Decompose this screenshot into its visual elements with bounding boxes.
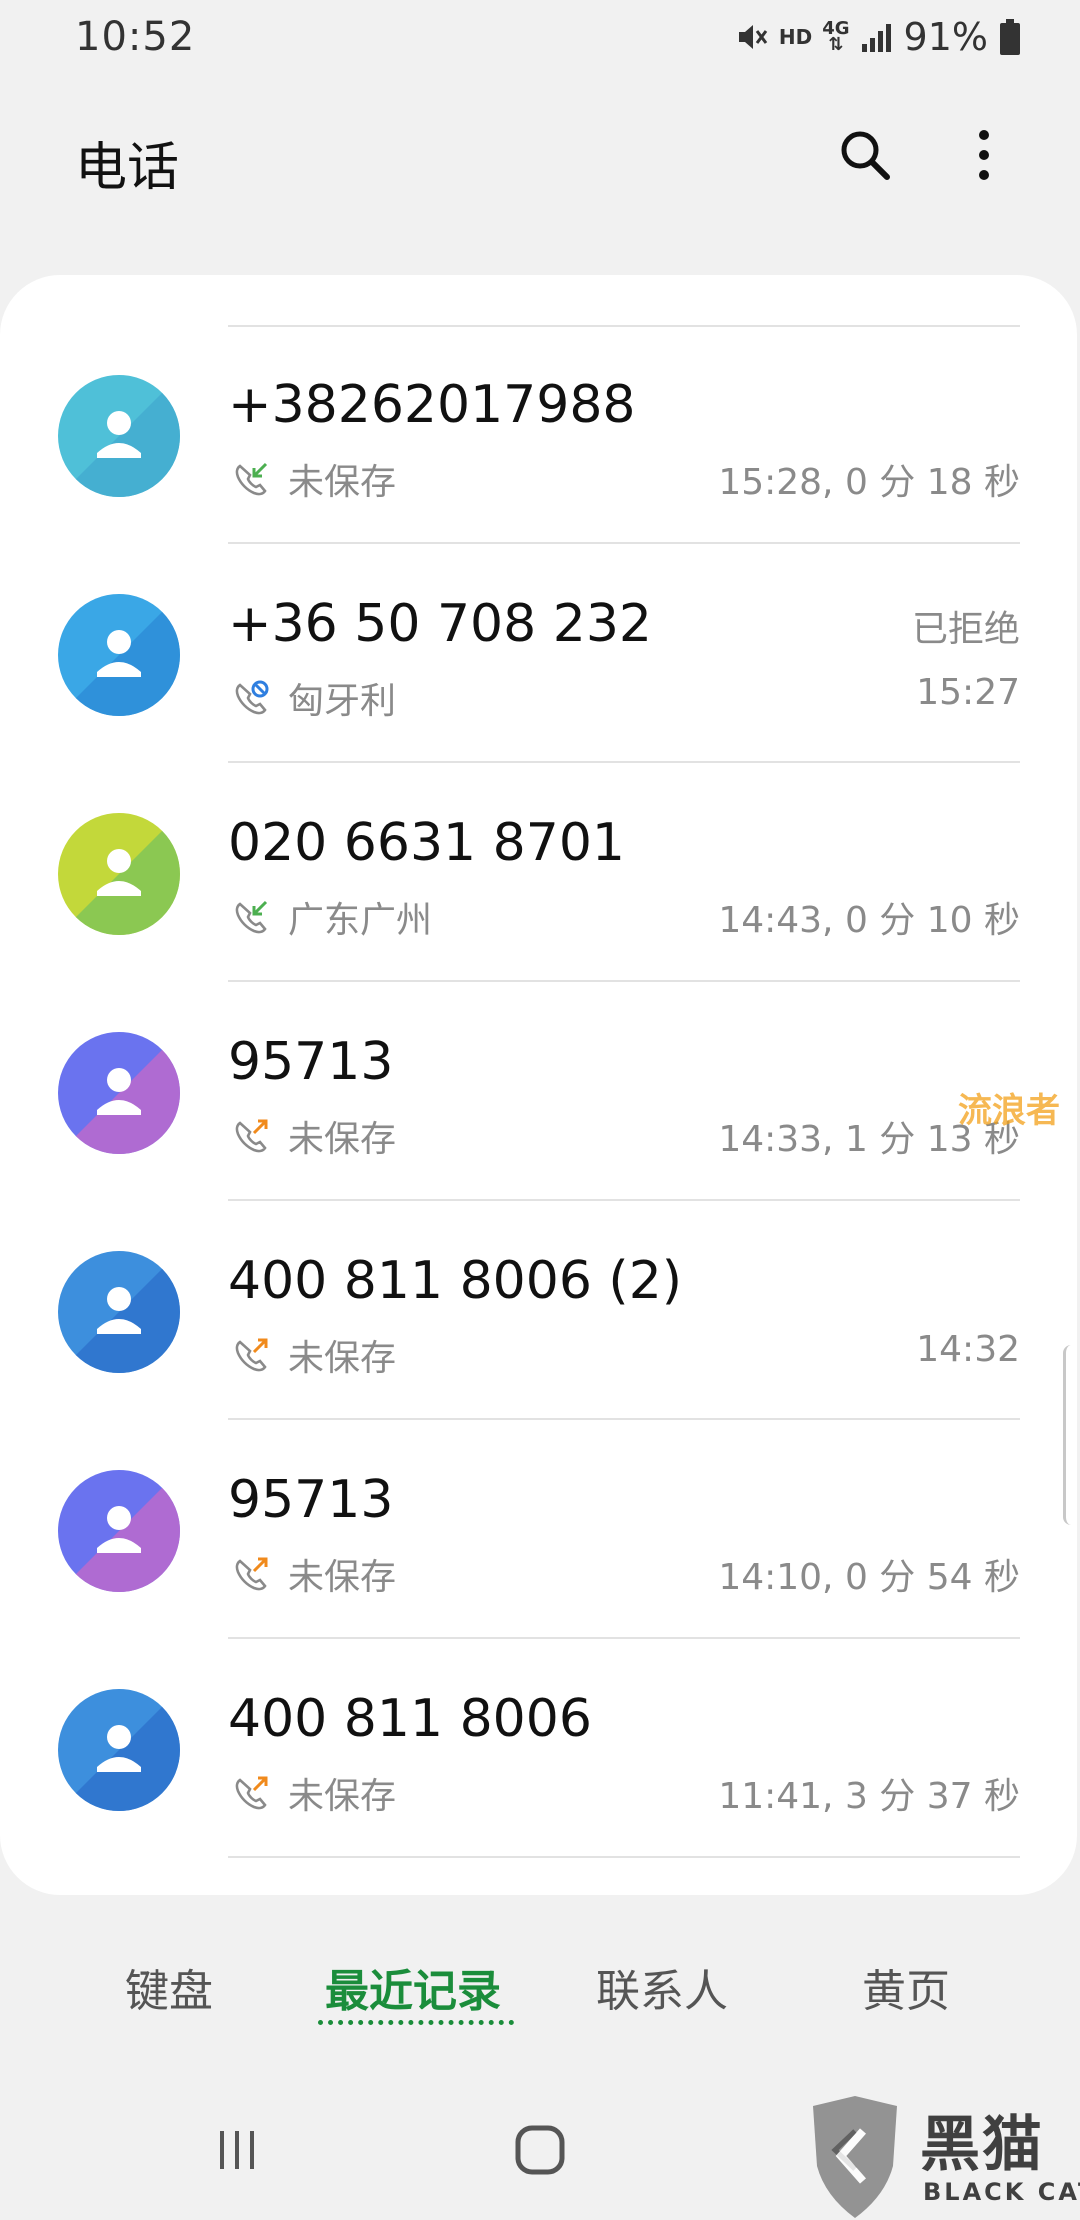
call-number: 95713 xyxy=(228,1470,394,1530)
outgoing-call-icon xyxy=(232,1774,270,1812)
tab-yellow-pages[interactable]: 黄页 xyxy=(862,1955,950,2019)
battery-icon xyxy=(998,18,1022,56)
contact-avatar[interactable] xyxy=(58,1689,180,1811)
call-sub-info: 未保存 xyxy=(232,1329,396,1381)
call-number: +36 50 708 232 xyxy=(228,594,652,654)
call-label: 未保存 xyxy=(288,462,397,503)
recent-apps-button[interactable] xyxy=(192,2115,282,2185)
call-label: 匈牙利 xyxy=(288,681,397,722)
call-log-card: +38262017988 未保存 15:28, 0 分 18 秒 +36 50 708… xyxy=(0,275,1077,1895)
person-icon xyxy=(58,1032,180,1154)
hd-indicator: HD xyxy=(778,25,813,49)
mute-icon xyxy=(735,20,769,54)
call-label: 未保存 xyxy=(288,1119,397,1160)
call-sub-info: 未保存 xyxy=(232,1110,396,1162)
call-time-duration: 14:43, 0 分 10 秒 xyxy=(718,900,1020,941)
more-vert-icon xyxy=(979,130,989,180)
person-icon xyxy=(58,594,180,716)
call-number: +38262017988 xyxy=(228,375,636,435)
incoming-call-icon xyxy=(232,898,270,936)
call-log-row[interactable]: 020 6631 8701 广东广州 14:43, 0 分 10 秒 xyxy=(0,763,1077,982)
home-button[interactable] xyxy=(495,2115,585,2185)
call-number: 400 811 8006 (2) xyxy=(228,1251,683,1311)
watermark-text: 流浪者 xyxy=(958,1091,1060,1131)
call-sub-info: 广东广州 xyxy=(232,891,432,943)
contact-avatar[interactable] xyxy=(58,1032,180,1154)
call-sub-info: 未保存 xyxy=(232,1548,396,1600)
status-time: 10:52 xyxy=(75,14,196,60)
call-number: 95713 xyxy=(228,1032,394,1092)
call-log-row[interactable]: 400 811 8006 (2) 未保存 14:32 xyxy=(0,1201,1077,1420)
call-label: 未保存 xyxy=(288,1338,397,1379)
call-time-duration: 14:32 xyxy=(916,1329,1020,1370)
outgoing-call-icon xyxy=(232,1555,270,1593)
call-status: 已拒绝 xyxy=(911,609,1020,650)
more-options-button[interactable] xyxy=(944,115,1024,195)
call-log-row[interactable]: 400 811 8006 未保存 11:41, 3 分 37 秒 xyxy=(0,1639,1077,1858)
call-time-duration: 15:28, 0 分 18 秒 xyxy=(718,462,1020,503)
outgoing-call-icon xyxy=(232,1336,270,1374)
tab-recents[interactable]: 最近记录 xyxy=(325,1955,501,2019)
blackcat-watermark: 黑猫 BLACK CAT xyxy=(805,2096,1080,2220)
call-time-duration: 14:10, 0 分 54 秒 xyxy=(718,1557,1020,1598)
scrollbar[interactable] xyxy=(1063,1345,1080,1525)
contact-avatar[interactable] xyxy=(58,375,180,497)
call-log-list: +38262017988 未保存 15:28, 0 分 18 秒 +36 50 708… xyxy=(0,325,1077,1858)
call-sub-info: 匈牙利 xyxy=(232,672,396,724)
tab-contacts[interactable]: 联系人 xyxy=(596,1955,728,2019)
contact-avatar[interactable] xyxy=(58,1251,180,1373)
outgoing-call-icon xyxy=(232,1117,270,1155)
bottom-tabs: 键盘 最近记录 联系人 黄页 xyxy=(0,1925,1080,2045)
divider xyxy=(228,1856,1020,1858)
call-log-row[interactable]: 95713 未保存 14:33, 1 分 13 秒 xyxy=(0,982,1077,1201)
call-time-duration: 11:41, 3 分 37 秒 xyxy=(718,1776,1020,1817)
call-log-row[interactable]: 95713 未保存 14:10, 0 分 54 秒 xyxy=(0,1420,1077,1639)
call-log-row[interactable]: +38262017988 未保存 15:28, 0 分 18 秒 xyxy=(0,325,1077,544)
tab-keypad[interactable]: 键盘 xyxy=(125,1955,213,2019)
person-icon xyxy=(58,1689,180,1811)
rejected-call-icon xyxy=(232,679,270,717)
search-icon xyxy=(841,131,890,180)
call-sub-info: 未保存 xyxy=(232,1767,396,1819)
call-time-duration: 15:27 xyxy=(916,672,1020,713)
call-number: 020 6631 8701 xyxy=(228,813,625,873)
person-icon xyxy=(58,1470,180,1592)
battery-percent: 91% xyxy=(903,15,988,59)
call-label: 未保存 xyxy=(288,1557,397,1598)
status-bar: 10:52 HD 4G ⇅ 91% xyxy=(0,0,1080,75)
signal-icon xyxy=(860,20,894,54)
blackcat-brand-en: BLACK CAT xyxy=(923,2178,1080,2206)
blackcat-brand: 黑猫 xyxy=(920,2110,1044,2180)
call-log-row[interactable]: +36 50 708 232 匈牙利 已拒绝 15:27 xyxy=(0,544,1077,763)
call-number: 400 811 8006 xyxy=(228,1689,592,1749)
call-label: 广东广州 xyxy=(288,900,433,941)
contact-avatar[interactable] xyxy=(58,1470,180,1592)
person-icon xyxy=(58,813,180,935)
home-icon xyxy=(515,2125,565,2175)
contact-avatar[interactable] xyxy=(58,813,180,935)
call-label: 未保存 xyxy=(288,1776,397,1817)
blackcat-logo-icon xyxy=(813,2096,897,2218)
app-header: 电话 xyxy=(0,75,1080,245)
status-icons: HD 4G ⇅ 91% xyxy=(735,14,1022,60)
incoming-call-icon xyxy=(232,460,270,498)
call-sub-info: 未保存 xyxy=(232,453,396,505)
search-button[interactable] xyxy=(825,115,905,195)
page-title: 电话 xyxy=(75,138,180,198)
person-icon xyxy=(58,1251,180,1373)
recent-apps-icon xyxy=(220,2131,254,2169)
network-indicator: 4G ⇅ xyxy=(822,18,850,55)
network-label: 4G xyxy=(822,18,850,39)
active-tab-indicator xyxy=(318,2020,514,2025)
contact-avatar[interactable] xyxy=(58,594,180,716)
person-icon xyxy=(58,375,180,497)
